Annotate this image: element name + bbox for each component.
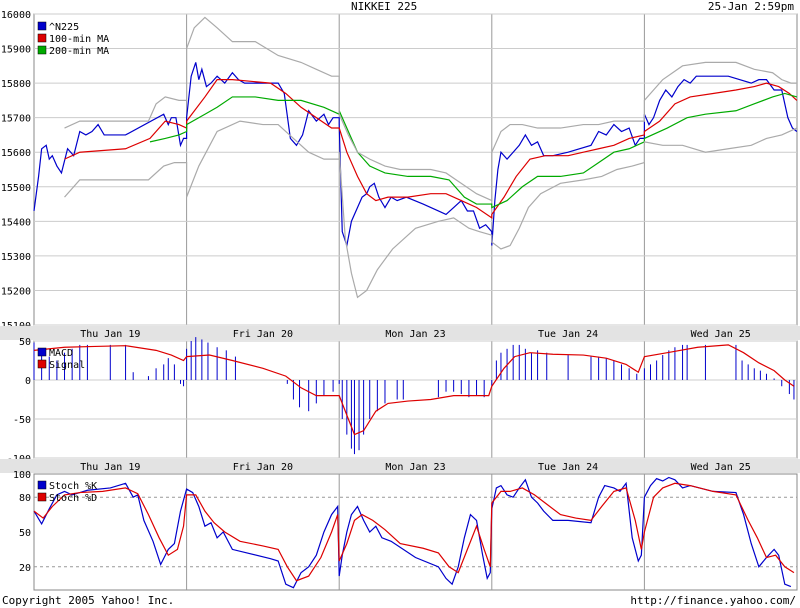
legend-swatch <box>37 359 47 369</box>
y-tick-label: 15600 <box>1 148 31 159</box>
day-label: Wed Jan 25 <box>691 462 751 473</box>
y-tick-label: 100 <box>13 470 31 481</box>
legend-label: 100-min MA <box>49 34 109 45</box>
y-tick-label: 15500 <box>1 183 31 194</box>
legend-swatch <box>37 45 47 55</box>
day-label: Mon Jan 23 <box>385 462 445 473</box>
legend-swatch <box>37 21 47 31</box>
y-tick-label: 16000 <box>1 10 31 21</box>
y-tick-label: 15700 <box>1 114 31 125</box>
legend-label: MACD <box>49 348 73 359</box>
day-label: Wed Jan 25 <box>691 329 751 340</box>
day-label: Fri Jan 20 <box>233 462 293 473</box>
y-tick-label: 80 <box>19 493 31 504</box>
day-label: Tue Jan 24 <box>538 462 598 473</box>
y-tick-label: 50 <box>19 337 31 348</box>
legend-label: ^N225 <box>49 22 79 33</box>
day-label: Thu Jan 19 <box>80 329 140 340</box>
legend-swatch <box>37 492 47 502</box>
day-label: Fri Jan 20 <box>233 329 293 340</box>
legend-label: 200-min MA <box>49 46 109 57</box>
y-tick-label: 15200 <box>1 286 31 297</box>
y-tick-label: 15300 <box>1 252 31 263</box>
legend-label: Stoch %K <box>49 481 97 492</box>
chart-canvas: 1510015200153001540015500156001570015800… <box>0 10 800 591</box>
legend-label: Stoch %D <box>49 493 97 504</box>
legend-swatch <box>37 347 47 357</box>
y-tick-label: 15400 <box>1 217 31 228</box>
day-label: Mon Jan 23 <box>385 329 445 340</box>
legend-swatch <box>37 33 47 43</box>
y-tick-label: 50 <box>19 528 31 539</box>
y-tick-label: -50 <box>13 415 31 426</box>
legend-label: Signal <box>49 360 85 371</box>
day-label: Thu Jan 19 <box>80 462 140 473</box>
y-tick-label: 15800 <box>1 79 31 90</box>
y-tick-label: 20 <box>19 563 31 574</box>
day-label: Tue Jan 24 <box>538 329 598 340</box>
legend-swatch <box>37 480 47 490</box>
y-tick-label: 0 <box>25 376 31 387</box>
y-tick-label: 15900 <box>1 45 31 56</box>
